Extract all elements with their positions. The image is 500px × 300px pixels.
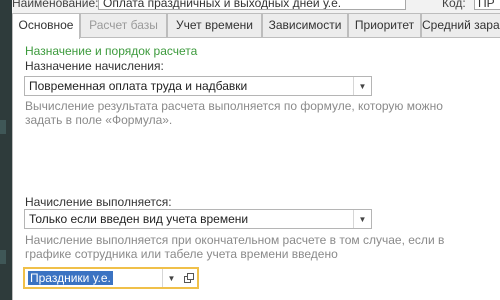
accrual-select-value: Только если введен вид учета времени — [29, 212, 249, 226]
chevron-down-icon[interactable]: ▼ — [162, 269, 180, 287]
purpose-hint: Вычисление результата расчета выполняетс… — [25, 99, 443, 127]
time-type-value[interactable]: Праздники у.е. — [28, 271, 113, 285]
left-strip-marker — [0, 120, 6, 134]
tab-time-accounting[interactable]: Учет времени — [167, 13, 262, 37]
time-type-select[interactable]: Праздники у.е. ▼ — [23, 267, 199, 289]
accrual-hint: Начисление выполняется при окончательном… — [25, 233, 445, 261]
purpose-label: Назначение начисления: — [25, 59, 164, 73]
name-label: Наименование: — [12, 0, 99, 10]
open-form-icon[interactable] — [180, 269, 197, 287]
purpose-select-value: Повременная оплата труда и надбавки — [29, 79, 248, 93]
section-title: Назначение и порядок расчета — [25, 44, 198, 58]
purpose-select[interactable]: Повременная оплата труда и надбавки ▼ — [24, 76, 372, 96]
tab-dependencies[interactable]: Зависимости — [262, 13, 348, 37]
tab-bar: Основное Расчет базы Учет времени Зависи… — [12, 13, 500, 39]
tab-priority[interactable]: Приоритет — [348, 13, 421, 37]
tab-base-calculation[interactable]: Расчет базы — [80, 13, 167, 37]
name-input[interactable]: Оплата праздничных и выходных дней у.е. — [98, 0, 406, 10]
main-panel: Назначение и порядок расчета Назначение … — [12, 37, 500, 300]
accrual-label: Начисление выполняется: — [25, 195, 172, 209]
left-strip-marker — [0, 250, 6, 264]
chevron-down-icon[interactable]: ▼ — [353, 210, 371, 228]
accrual-select[interactable]: Только если введен вид учета времени ▼ — [24, 209, 372, 229]
chevron-down-icon[interactable]: ▼ — [353, 77, 371, 95]
tab-main[interactable]: Основное — [12, 13, 80, 39]
header-bar: Наименование: Оплата праздничных и выход… — [12, 0, 500, 13]
tab-average-earnings[interactable]: Средний зарабо — [421, 13, 500, 37]
code-input[interactable]: ПР — [474, 0, 500, 10]
code-label: Код: — [442, 0, 466, 10]
left-strip — [0, 0, 12, 300]
